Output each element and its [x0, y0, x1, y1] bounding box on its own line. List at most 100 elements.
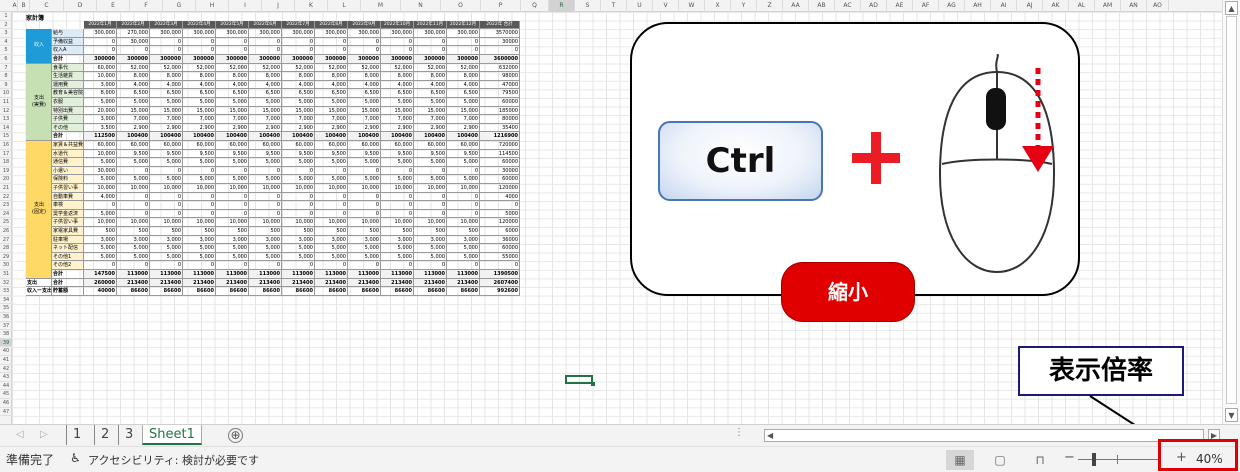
category-cell[interactable]: 小遣い [52, 166, 84, 176]
zoom-slider-thumb[interactable] [1092, 453, 1096, 466]
value-cell[interactable]: 52,000 [216, 63, 249, 73]
row-header-28[interactable]: 28 [0, 244, 12, 253]
column-header-AN[interactable]: AN [1121, 0, 1147, 12]
value-cell[interactable]: 5,000 [315, 252, 348, 262]
category-cell[interactable]: 給与 [52, 29, 84, 38]
value-cell[interactable]: 8,000 [315, 72, 348, 81]
value-cell[interactable]: 10,000 [414, 184, 447, 193]
value-cell[interactable]: 10,000 [249, 218, 282, 227]
row-header-36[interactable]: 36 [0, 313, 12, 322]
column-header-AM[interactable]: AM [1095, 0, 1121, 12]
value-cell[interactable]: 3,000 [447, 235, 480, 245]
category-cell[interactable]: 水道代 [52, 149, 84, 159]
value-cell[interactable]: 213400 [117, 278, 150, 288]
value-cell[interactable]: 36000 [480, 235, 520, 245]
value-cell[interactable]: 6,500 [381, 89, 414, 98]
value-cell[interactable]: 4,000 [348, 80, 381, 90]
row-header-26[interactable]: 26 [0, 227, 12, 236]
value-cell[interactable]: 5,000 [282, 244, 315, 253]
column-header-AD[interactable]: AD [861, 0, 887, 12]
value-cell[interactable]: 5,000 [282, 252, 315, 262]
value-cell[interactable]: 0 [414, 192, 447, 202]
value-cell[interactable]: 100400 [315, 132, 348, 141]
value-cell[interactable]: 15,000 [249, 106, 282, 116]
value-cell[interactable]: 86600 [150, 287, 183, 296]
value-cell[interactable]: 5,000 [348, 175, 381, 184]
value-cell[interactable]: 5,000 [183, 175, 216, 184]
value-cell[interactable]: 5,000 [150, 252, 183, 262]
value-cell[interactable]: 3,000 [117, 235, 150, 245]
value-cell[interactable]: 55000 [480, 252, 520, 262]
row-header-11[interactable]: 11 [0, 98, 12, 107]
value-cell[interactable]: 0 [447, 261, 480, 270]
row-header-bar[interactable]: 1 2 3 4 5 6 7 8 9 10 11 12 13 14 15 16 17 18 19 20 21 22 23 24 2… [0, 12, 12, 424]
month-header[interactable]: 2022年5月 [216, 20, 249, 30]
value-cell[interactable]: 100400 [348, 132, 381, 141]
value-cell[interactable]: 0 [315, 37, 348, 47]
value-cell[interactable]: 500 [183, 227, 216, 236]
value-cell[interactable]: 10,000 [117, 218, 150, 227]
row-header-13[interactable]: 13 [0, 115, 12, 124]
value-cell[interactable]: 500 [84, 227, 117, 236]
category-cell[interactable]: 貯蓄額 [52, 287, 84, 296]
value-cell[interactable]: 213400 [282, 278, 315, 288]
prev-sheet-arrow-icon[interactable]: ◁ [16, 429, 24, 440]
value-cell[interactable]: 10,000 [282, 218, 315, 227]
value-cell[interactable]: 260000 [84, 278, 117, 288]
value-cell[interactable]: 0 [348, 166, 381, 176]
value-cell[interactable]: 2,900 [447, 123, 480, 133]
value-cell[interactable]: 5,000 [216, 158, 249, 167]
value-cell[interactable]: 10,000 [117, 184, 150, 193]
value-cell[interactable]: 0 [249, 201, 282, 210]
value-cell[interactable]: 0 [183, 37, 216, 47]
value-cell[interactable]: 0 [183, 261, 216, 270]
value-cell[interactable]: 0 [282, 37, 315, 47]
value-cell[interactable]: 300,000 [249, 29, 282, 38]
value-cell[interactable]: 5,000 [216, 252, 249, 262]
value-cell[interactable]: 0 [249, 261, 282, 270]
value-cell[interactable]: 5,000 [249, 252, 282, 262]
value-cell[interactable]: 7,000 [216, 115, 249, 124]
value-cell[interactable]: 5,000 [414, 98, 447, 107]
value-cell[interactable]: 0 [183, 201, 216, 210]
value-cell[interactable]: 0 [282, 192, 315, 202]
row-header-3[interactable]: 3 [0, 29, 12, 38]
zoom-out-button[interactable]: − [1064, 450, 1075, 465]
value-cell[interactable]: 60000 [480, 98, 520, 107]
value-cell[interactable]: 300000 [183, 55, 216, 64]
value-cell[interactable]: 2,900 [381, 123, 414, 133]
month-header[interactable]: 2022年1月 [84, 20, 117, 30]
category-cell[interactable]: 食事代 [52, 63, 84, 73]
value-cell[interactable]: 0 [117, 46, 150, 55]
value-cell[interactable]: 5,000 [183, 158, 216, 167]
value-cell[interactable]: 60,000 [183, 141, 216, 150]
value-cell[interactable]: 0 [480, 201, 520, 210]
value-cell[interactable]: 0 [447, 209, 480, 219]
value-cell[interactable]: 0 [348, 209, 381, 219]
value-cell[interactable]: 0 [150, 46, 183, 55]
value-cell[interactable]: 113000 [447, 270, 480, 279]
value-cell[interactable]: 8,000 [381, 72, 414, 81]
value-cell[interactable]: 7,000 [183, 115, 216, 124]
row-header-5[interactable]: 5 [0, 46, 12, 55]
value-cell[interactable]: 86600 [315, 287, 348, 296]
value-cell[interactable]: 3,000 [249, 235, 282, 245]
value-cell[interactable]: 2,900 [150, 123, 183, 133]
value-cell[interactable]: 0 [183, 192, 216, 202]
value-cell[interactable]: 0 [381, 192, 414, 202]
value-cell[interactable]: 0 [282, 166, 315, 176]
value-cell[interactable]: 500 [117, 227, 150, 236]
value-cell[interactable]: 60000 [480, 175, 520, 184]
value-cell[interactable]: 300,000 [348, 29, 381, 38]
value-cell[interactable]: 5,000 [414, 244, 447, 253]
value-cell[interactable]: 60,000 [381, 141, 414, 150]
value-cell[interactable]: 0 [150, 37, 183, 47]
value-cell[interactable]: 5,000 [117, 252, 150, 262]
value-cell[interactable]: 0 [414, 201, 447, 210]
value-cell[interactable]: 0 [414, 166, 447, 176]
value-cell[interactable]: 5,000 [381, 98, 414, 107]
value-cell[interactable]: 4,000 [249, 80, 282, 90]
value-cell[interactable]: 8,000 [249, 72, 282, 81]
category-cell[interactable]: 合計 [52, 278, 84, 288]
active-cell-cursor[interactable] [565, 375, 595, 386]
